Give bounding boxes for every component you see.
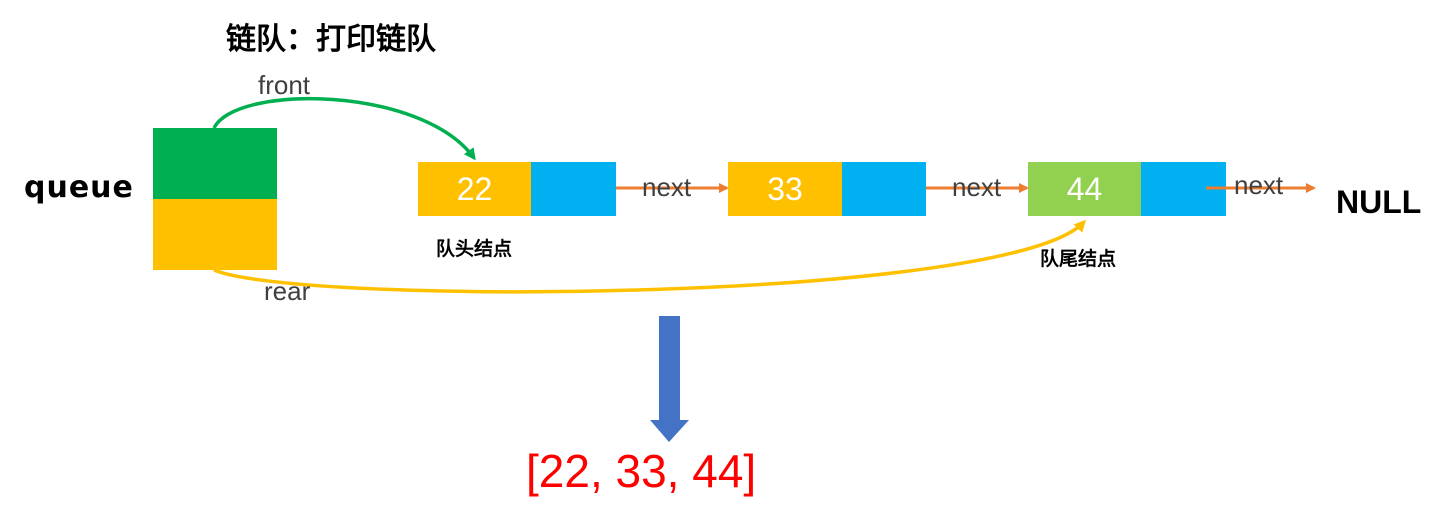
node-2-next-field <box>842 162 926 216</box>
next-label-3: next <box>1234 170 1284 200</box>
next-label-2: next <box>952 172 1002 202</box>
front-pointer-cell <box>153 128 277 199</box>
node-1-data: 22 <box>418 162 531 216</box>
head-node-caption: 队头结点 <box>436 238 513 260</box>
rear-pointer-cell <box>153 199 277 270</box>
diagram-title: 链队：打印链队 <box>226 22 436 57</box>
down-arrow <box>650 316 689 442</box>
print-output: [22, 33, 44] <box>526 445 757 497</box>
null-label: NULL <box>1336 184 1422 220</box>
tail-node-caption: 队尾结点 <box>1040 248 1117 270</box>
rear-label: rear <box>264 276 311 306</box>
node-1-next-field <box>531 162 616 216</box>
node-2-data: 33 <box>728 162 842 216</box>
queue-label: queue <box>24 170 134 205</box>
node-3-next-field <box>1141 162 1226 216</box>
node-3-data: 44 <box>1028 162 1141 216</box>
next-label-1: next <box>642 172 692 202</box>
linked-queue-diagram: 链队：打印链队 queue 22 33 44 NULL front rear n… <box>0 0 1447 531</box>
rear-pointer-arrow <box>213 219 1087 294</box>
front-label: front <box>258 70 311 100</box>
